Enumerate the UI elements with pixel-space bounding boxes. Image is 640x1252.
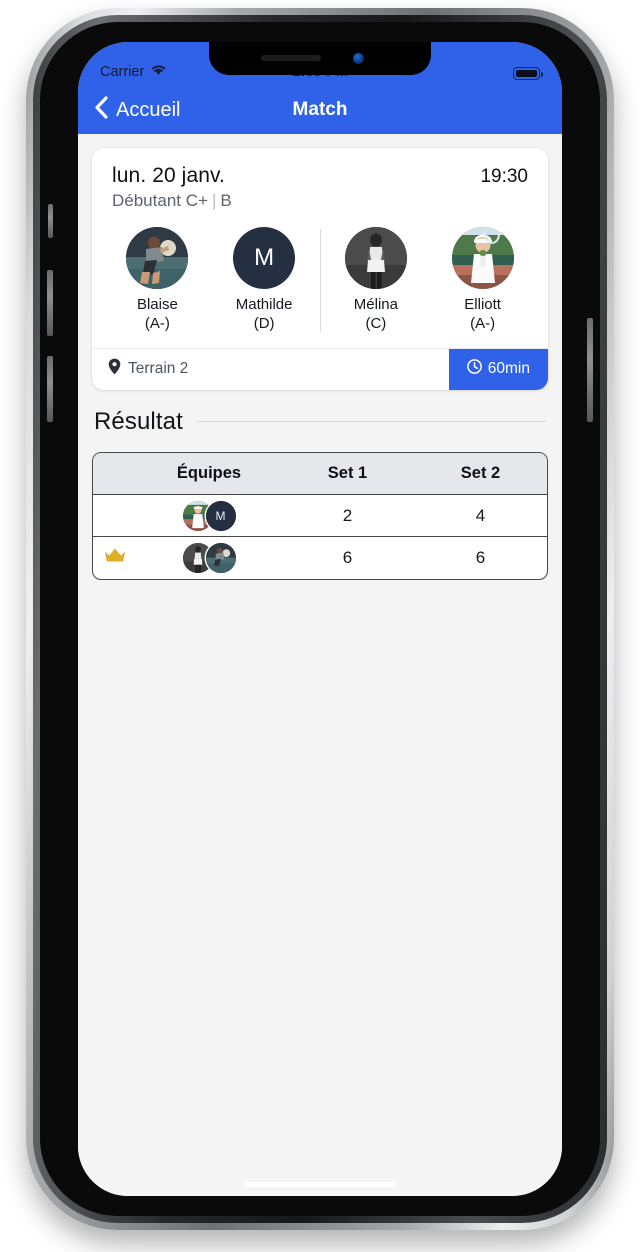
match-level-group: B bbox=[220, 191, 232, 210]
player-rank: (D) bbox=[253, 314, 275, 332]
phone-notch bbox=[209, 42, 431, 75]
player-melina[interactable]: Mélina (C) bbox=[330, 227, 422, 334]
match-card-footer: Terrain 2 60min bbox=[92, 347, 548, 390]
home-indicator[interactable] bbox=[244, 1182, 396, 1187]
result-section-title: Résultat bbox=[94, 407, 183, 435]
avatar-melina bbox=[344, 227, 407, 289]
match-location-label: Terrain 2 bbox=[128, 360, 189, 377]
match-duration-badge[interactable]: 60min bbox=[448, 348, 548, 390]
match-time: 19:30 bbox=[480, 166, 528, 187]
result-table: Équipes Set 1 Set 2 M 2 4 6 6 bbox=[93, 452, 547, 579]
row-set-2-score: 6 bbox=[475, 547, 486, 567]
match-date: lun. 20 janv. bbox=[112, 164, 225, 187]
match-location[interactable]: Terrain 2 bbox=[92, 349, 449, 390]
phone-frame: Carrier 2:58 PM bbox=[26, 8, 614, 1230]
player-elliott[interactable]: Elliott (A-) bbox=[437, 227, 529, 334]
player-name: Mélina bbox=[353, 296, 398, 313]
back-button-label: Accueil bbox=[116, 98, 181, 121]
result-section-header: Résultat bbox=[94, 408, 546, 436]
power-button[interactable] bbox=[587, 318, 593, 422]
map-pin-icon bbox=[108, 358, 121, 380]
match-card-header: lun. 20 janv. 19:30 Débutant C+ | B bbox=[92, 148, 548, 221]
volume-down-button[interactable] bbox=[47, 356, 53, 422]
match-level-separator: | bbox=[211, 191, 217, 210]
row-set-2-score: 4 bbox=[414, 494, 547, 537]
avatar-initial: M bbox=[205, 500, 236, 531]
row-set-1-score: 2 bbox=[281, 494, 414, 537]
row-winner-marker bbox=[93, 494, 137, 537]
player-blaise[interactable]: Blaise (A-) bbox=[111, 227, 203, 334]
column-header-crown bbox=[93, 452, 137, 495]
team-2: Mélina (C) Elliott (A-) bbox=[323, 227, 537, 334]
team-divider bbox=[319, 229, 321, 332]
result-table-body: M 2 4 6 6 bbox=[93, 494, 547, 579]
row-winner-marker bbox=[93, 537, 137, 579]
navigation-bar: Accueil Match bbox=[78, 86, 562, 134]
player-name: Elliott bbox=[464, 296, 501, 313]
player-rank: (C) bbox=[365, 314, 387, 332]
row-set-1-score: 6 bbox=[342, 547, 353, 567]
screenshot-stage: Carrier 2:58 PM bbox=[0, 0, 640, 1252]
match-card[interactable]: lun. 20 janv. 19:30 Débutant C+ | B Blai… bbox=[92, 148, 548, 390]
avatar-blaise bbox=[205, 542, 236, 573]
avatar-elliott bbox=[451, 227, 514, 289]
section-divider bbox=[196, 421, 546, 422]
avatar-mathilde: M bbox=[205, 500, 236, 531]
player-name: Blaise bbox=[136, 296, 178, 313]
match-level: Débutant C+ bbox=[112, 191, 208, 210]
team-avatar-pair: M bbox=[137, 500, 281, 531]
app-root: Carrier 2:58 PM bbox=[78, 42, 562, 1196]
match-teams: Blaise (A-) M Mathilde (D) Mélina (C) El… bbox=[92, 221, 548, 348]
row-team-avatars: M bbox=[137, 494, 281, 537]
status-bar-right bbox=[513, 67, 543, 80]
earpiece-speaker bbox=[261, 55, 321, 61]
table-header-row: Équipes Set 1 Set 2 bbox=[93, 452, 547, 495]
player-name: Mathilde bbox=[235, 296, 293, 313]
team-1: Blaise (A-) M Mathilde (D) bbox=[104, 227, 318, 334]
table-row[interactable]: 6 6 bbox=[93, 537, 547, 579]
battery-icon bbox=[513, 67, 543, 80]
result-table-head: Équipes Set 1 Set 2 bbox=[93, 452, 547, 495]
silent-switch-button[interactable] bbox=[48, 204, 53, 238]
column-header-set-1: Set 1 bbox=[281, 452, 414, 495]
phone-screen: Carrier 2:58 PM bbox=[78, 42, 562, 1196]
chevron-left-icon bbox=[94, 96, 108, 124]
avatar-blaise bbox=[126, 227, 189, 289]
scroll-content: lun. 20 janv. 19:30 Débutant C+ | B Blai… bbox=[78, 134, 562, 1196]
front-camera-icon bbox=[353, 53, 364, 64]
column-header-set-2: Set 2 bbox=[414, 452, 547, 495]
back-button[interactable]: Accueil bbox=[94, 96, 180, 124]
match-duration-label: 60min bbox=[487, 360, 530, 377]
player-rank: (A-) bbox=[470, 314, 496, 332]
result-table-container: Équipes Set 1 Set 2 M 2 4 6 6 bbox=[92, 451, 548, 580]
match-date-row: lun. 20 janv. 19:30 bbox=[112, 164, 528, 188]
avatar-mathilde: M bbox=[233, 227, 296, 289]
row-team-avatars bbox=[137, 537, 281, 579]
volume-up-button[interactable] bbox=[47, 270, 53, 336]
clock-icon bbox=[466, 359, 482, 379]
crown-icon bbox=[93, 546, 137, 569]
player-rank: (A-) bbox=[144, 314, 170, 332]
team-avatar-pair bbox=[137, 542, 281, 573]
player-mathilde[interactable]: M Mathilde (D) bbox=[218, 227, 310, 334]
match-level-row: Débutant C+ | B bbox=[112, 191, 528, 211]
table-row[interactable]: M 2 4 bbox=[93, 494, 547, 537]
column-header-teams: Équipes bbox=[137, 452, 281, 495]
